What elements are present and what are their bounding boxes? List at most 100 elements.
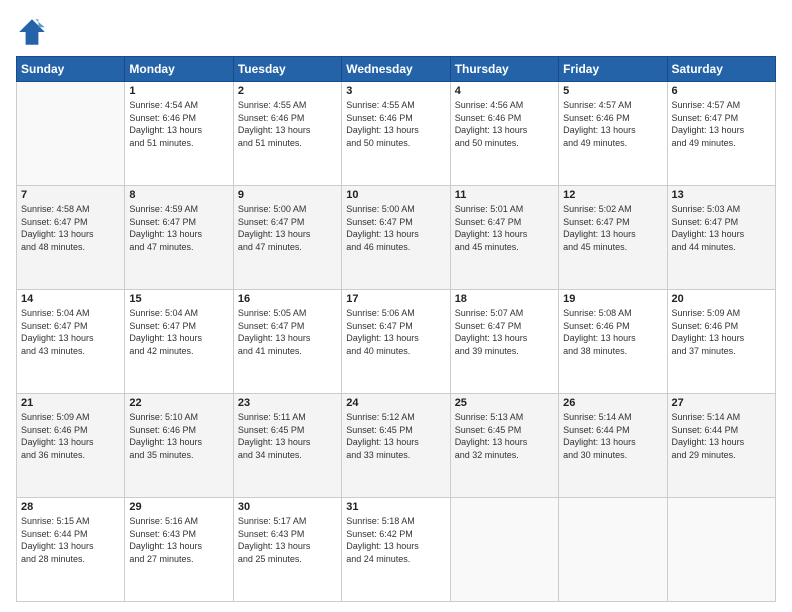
day-info: Sunrise: 5:10 AM Sunset: 6:46 PM Dayligh…	[129, 411, 228, 461]
logo	[16, 16, 52, 48]
day-info: Sunrise: 5:04 AM Sunset: 6:47 PM Dayligh…	[21, 307, 120, 357]
day-info: Sunrise: 5:07 AM Sunset: 6:47 PM Dayligh…	[455, 307, 554, 357]
day-number: 14	[21, 293, 120, 305]
calendar-cell: 10 Sunrise: 5:00 AM Sunset: 6:47 PM Dayl…	[342, 186, 450, 290]
page: SundayMondayTuesdayWednesdayThursdayFrid…	[0, 0, 792, 612]
day-info: Sunrise: 5:16 AM Sunset: 6:43 PM Dayligh…	[129, 515, 228, 565]
day-number: 30	[238, 501, 337, 513]
calendar-cell: 22 Sunrise: 5:10 AM Sunset: 6:46 PM Dayl…	[125, 394, 233, 498]
calendar-cell: 19 Sunrise: 5:08 AM Sunset: 6:46 PM Dayl…	[559, 290, 667, 394]
calendar-cell: 13 Sunrise: 5:03 AM Sunset: 6:47 PM Dayl…	[667, 186, 775, 290]
calendar-cell: 28 Sunrise: 5:15 AM Sunset: 6:44 PM Dayl…	[17, 498, 125, 602]
day-info: Sunrise: 4:54 AM Sunset: 6:46 PM Dayligh…	[129, 99, 228, 149]
day-info: Sunrise: 5:09 AM Sunset: 6:46 PM Dayligh…	[672, 307, 771, 357]
weekday-monday: Monday	[125, 57, 233, 82]
day-number: 28	[21, 501, 120, 513]
week-row-5: 28 Sunrise: 5:15 AM Sunset: 6:44 PM Dayl…	[17, 498, 776, 602]
day-info: Sunrise: 4:55 AM Sunset: 6:46 PM Dayligh…	[346, 99, 445, 149]
day-number: 16	[238, 293, 337, 305]
day-number: 20	[672, 293, 771, 305]
day-info: Sunrise: 4:57 AM Sunset: 6:47 PM Dayligh…	[672, 99, 771, 149]
day-number: 18	[455, 293, 554, 305]
calendar-cell: 1 Sunrise: 4:54 AM Sunset: 6:46 PM Dayli…	[125, 82, 233, 186]
day-number: 3	[346, 85, 445, 97]
day-info: Sunrise: 5:00 AM Sunset: 6:47 PM Dayligh…	[346, 203, 445, 253]
day-info: Sunrise: 5:09 AM Sunset: 6:46 PM Dayligh…	[21, 411, 120, 461]
calendar-cell	[17, 82, 125, 186]
calendar-cell: 29 Sunrise: 5:16 AM Sunset: 6:43 PM Dayl…	[125, 498, 233, 602]
calendar-cell: 11 Sunrise: 5:01 AM Sunset: 6:47 PM Dayl…	[450, 186, 558, 290]
day-number: 17	[346, 293, 445, 305]
calendar-cell: 16 Sunrise: 5:05 AM Sunset: 6:47 PM Dayl…	[233, 290, 341, 394]
day-number: 9	[238, 189, 337, 201]
day-info: Sunrise: 4:58 AM Sunset: 6:47 PM Dayligh…	[21, 203, 120, 253]
day-number: 13	[672, 189, 771, 201]
day-number: 7	[21, 189, 120, 201]
day-info: Sunrise: 5:14 AM Sunset: 6:44 PM Dayligh…	[563, 411, 662, 461]
day-info: Sunrise: 5:05 AM Sunset: 6:47 PM Dayligh…	[238, 307, 337, 357]
weekday-saturday: Saturday	[667, 57, 775, 82]
weekday-wednesday: Wednesday	[342, 57, 450, 82]
day-info: Sunrise: 4:56 AM Sunset: 6:46 PM Dayligh…	[455, 99, 554, 149]
day-info: Sunrise: 5:01 AM Sunset: 6:47 PM Dayligh…	[455, 203, 554, 253]
day-number: 29	[129, 501, 228, 513]
day-info: Sunrise: 5:17 AM Sunset: 6:43 PM Dayligh…	[238, 515, 337, 565]
calendar-cell: 23 Sunrise: 5:11 AM Sunset: 6:45 PM Dayl…	[233, 394, 341, 498]
day-info: Sunrise: 5:12 AM Sunset: 6:45 PM Dayligh…	[346, 411, 445, 461]
week-row-1: 1 Sunrise: 4:54 AM Sunset: 6:46 PM Dayli…	[17, 82, 776, 186]
day-number: 15	[129, 293, 228, 305]
calendar-cell: 26 Sunrise: 5:14 AM Sunset: 6:44 PM Dayl…	[559, 394, 667, 498]
weekday-header-row: SundayMondayTuesdayWednesdayThursdayFrid…	[17, 57, 776, 82]
day-number: 5	[563, 85, 662, 97]
calendar-table: SundayMondayTuesdayWednesdayThursdayFrid…	[16, 56, 776, 602]
calendar-cell: 27 Sunrise: 5:14 AM Sunset: 6:44 PM Dayl…	[667, 394, 775, 498]
calendar-cell: 3 Sunrise: 4:55 AM Sunset: 6:46 PM Dayli…	[342, 82, 450, 186]
calendar-cell: 20 Sunrise: 5:09 AM Sunset: 6:46 PM Dayl…	[667, 290, 775, 394]
calendar-cell: 31 Sunrise: 5:18 AM Sunset: 6:42 PM Dayl…	[342, 498, 450, 602]
calendar-cell: 6 Sunrise: 4:57 AM Sunset: 6:47 PM Dayli…	[667, 82, 775, 186]
day-info: Sunrise: 5:00 AM Sunset: 6:47 PM Dayligh…	[238, 203, 337, 253]
calendar-cell: 15 Sunrise: 5:04 AM Sunset: 6:47 PM Dayl…	[125, 290, 233, 394]
calendar-cell: 24 Sunrise: 5:12 AM Sunset: 6:45 PM Dayl…	[342, 394, 450, 498]
day-number: 4	[455, 85, 554, 97]
day-number: 19	[563, 293, 662, 305]
day-number: 26	[563, 397, 662, 409]
week-row-4: 21 Sunrise: 5:09 AM Sunset: 6:46 PM Dayl…	[17, 394, 776, 498]
day-info: Sunrise: 5:04 AM Sunset: 6:47 PM Dayligh…	[129, 307, 228, 357]
week-row-2: 7 Sunrise: 4:58 AM Sunset: 6:47 PM Dayli…	[17, 186, 776, 290]
weekday-thursday: Thursday	[450, 57, 558, 82]
day-number: 21	[21, 397, 120, 409]
day-number: 2	[238, 85, 337, 97]
calendar-cell: 5 Sunrise: 4:57 AM Sunset: 6:46 PM Dayli…	[559, 82, 667, 186]
calendar-cell: 8 Sunrise: 4:59 AM Sunset: 6:47 PM Dayli…	[125, 186, 233, 290]
day-number: 10	[346, 189, 445, 201]
day-number: 22	[129, 397, 228, 409]
day-number: 8	[129, 189, 228, 201]
weekday-tuesday: Tuesday	[233, 57, 341, 82]
day-info: Sunrise: 5:08 AM Sunset: 6:46 PM Dayligh…	[563, 307, 662, 357]
calendar-cell: 2 Sunrise: 4:55 AM Sunset: 6:46 PM Dayli…	[233, 82, 341, 186]
calendar-cell: 9 Sunrise: 5:00 AM Sunset: 6:47 PM Dayli…	[233, 186, 341, 290]
calendar-cell	[667, 498, 775, 602]
day-info: Sunrise: 5:06 AM Sunset: 6:47 PM Dayligh…	[346, 307, 445, 357]
weekday-friday: Friday	[559, 57, 667, 82]
day-info: Sunrise: 5:02 AM Sunset: 6:47 PM Dayligh…	[563, 203, 662, 253]
day-info: Sunrise: 4:55 AM Sunset: 6:46 PM Dayligh…	[238, 99, 337, 149]
day-info: Sunrise: 5:15 AM Sunset: 6:44 PM Dayligh…	[21, 515, 120, 565]
day-number: 24	[346, 397, 445, 409]
header	[16, 16, 776, 48]
day-info: Sunrise: 5:03 AM Sunset: 6:47 PM Dayligh…	[672, 203, 771, 253]
calendar-cell: 18 Sunrise: 5:07 AM Sunset: 6:47 PM Dayl…	[450, 290, 558, 394]
day-number: 1	[129, 85, 228, 97]
day-number: 12	[563, 189, 662, 201]
day-number: 23	[238, 397, 337, 409]
calendar-cell: 4 Sunrise: 4:56 AM Sunset: 6:46 PM Dayli…	[450, 82, 558, 186]
calendar-cell: 17 Sunrise: 5:06 AM Sunset: 6:47 PM Dayl…	[342, 290, 450, 394]
calendar-cell: 14 Sunrise: 5:04 AM Sunset: 6:47 PM Dayl…	[17, 290, 125, 394]
calendar-cell: 21 Sunrise: 5:09 AM Sunset: 6:46 PM Dayl…	[17, 394, 125, 498]
week-row-3: 14 Sunrise: 5:04 AM Sunset: 6:47 PM Dayl…	[17, 290, 776, 394]
calendar-cell: 12 Sunrise: 5:02 AM Sunset: 6:47 PM Dayl…	[559, 186, 667, 290]
day-number: 25	[455, 397, 554, 409]
calendar-cell: 30 Sunrise: 5:17 AM Sunset: 6:43 PM Dayl…	[233, 498, 341, 602]
calendar-cell: 7 Sunrise: 4:58 AM Sunset: 6:47 PM Dayli…	[17, 186, 125, 290]
